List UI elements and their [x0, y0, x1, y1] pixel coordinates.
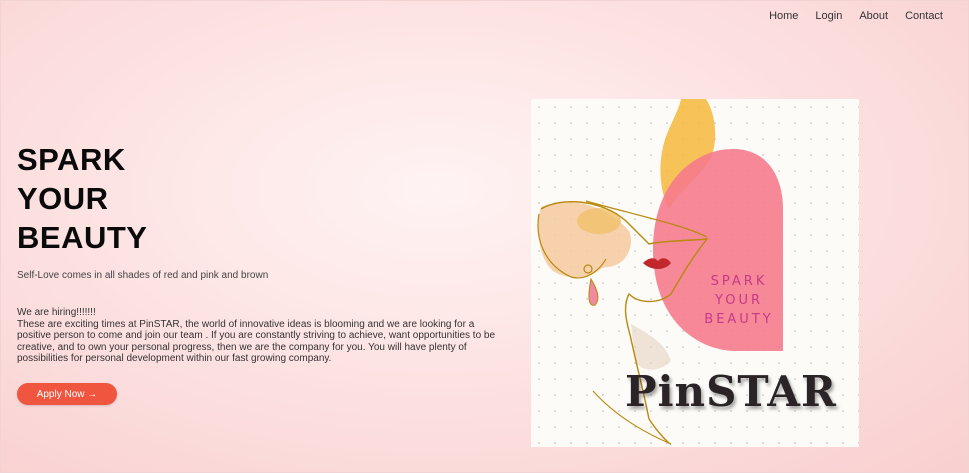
- hero-title-line-3: BEAUTY: [17, 220, 148, 255]
- hiring-heading: We are hiring!!!!!!!: [17, 307, 96, 318]
- hiring-section: We are hiring!!!!!!! These are exciting …: [17, 307, 497, 365]
- poster-brand-logo: PinSTAR: [625, 367, 837, 416]
- hero-title-line-1: SPARK: [17, 142, 126, 177]
- nav-about-link[interactable]: About: [842, 10, 888, 22]
- hero-title: SPARK YOUR BEAUTY: [17, 140, 147, 257]
- hero-tagline: Self-Love comes in all shades of red and…: [17, 270, 269, 281]
- poster-tag-line-1: SPARK: [710, 274, 768, 289]
- top-nav: Home Login About Contact: [752, 10, 943, 22]
- poster-tag-line-2: YOUR: [714, 293, 763, 308]
- nav-login-link[interactable]: Login: [798, 10, 842, 22]
- poster-image: SPARK YOUR BEAUTY PinSTAR: [531, 99, 859, 447]
- apply-now-button[interactable]: Apply Now →: [17, 383, 117, 405]
- nav-contact-link[interactable]: Contact: [888, 10, 943, 22]
- hero-title-line-2: YOUR: [17, 181, 109, 216]
- hiring-body: These are exciting times at PinSTAR, the…: [17, 318, 496, 365]
- poster-tag-line-3: BEAUTY: [704, 312, 774, 327]
- nav-home-link[interactable]: Home: [752, 10, 798, 22]
- poster-tagline: SPARK YOUR BEAUTY: [679, 272, 799, 329]
